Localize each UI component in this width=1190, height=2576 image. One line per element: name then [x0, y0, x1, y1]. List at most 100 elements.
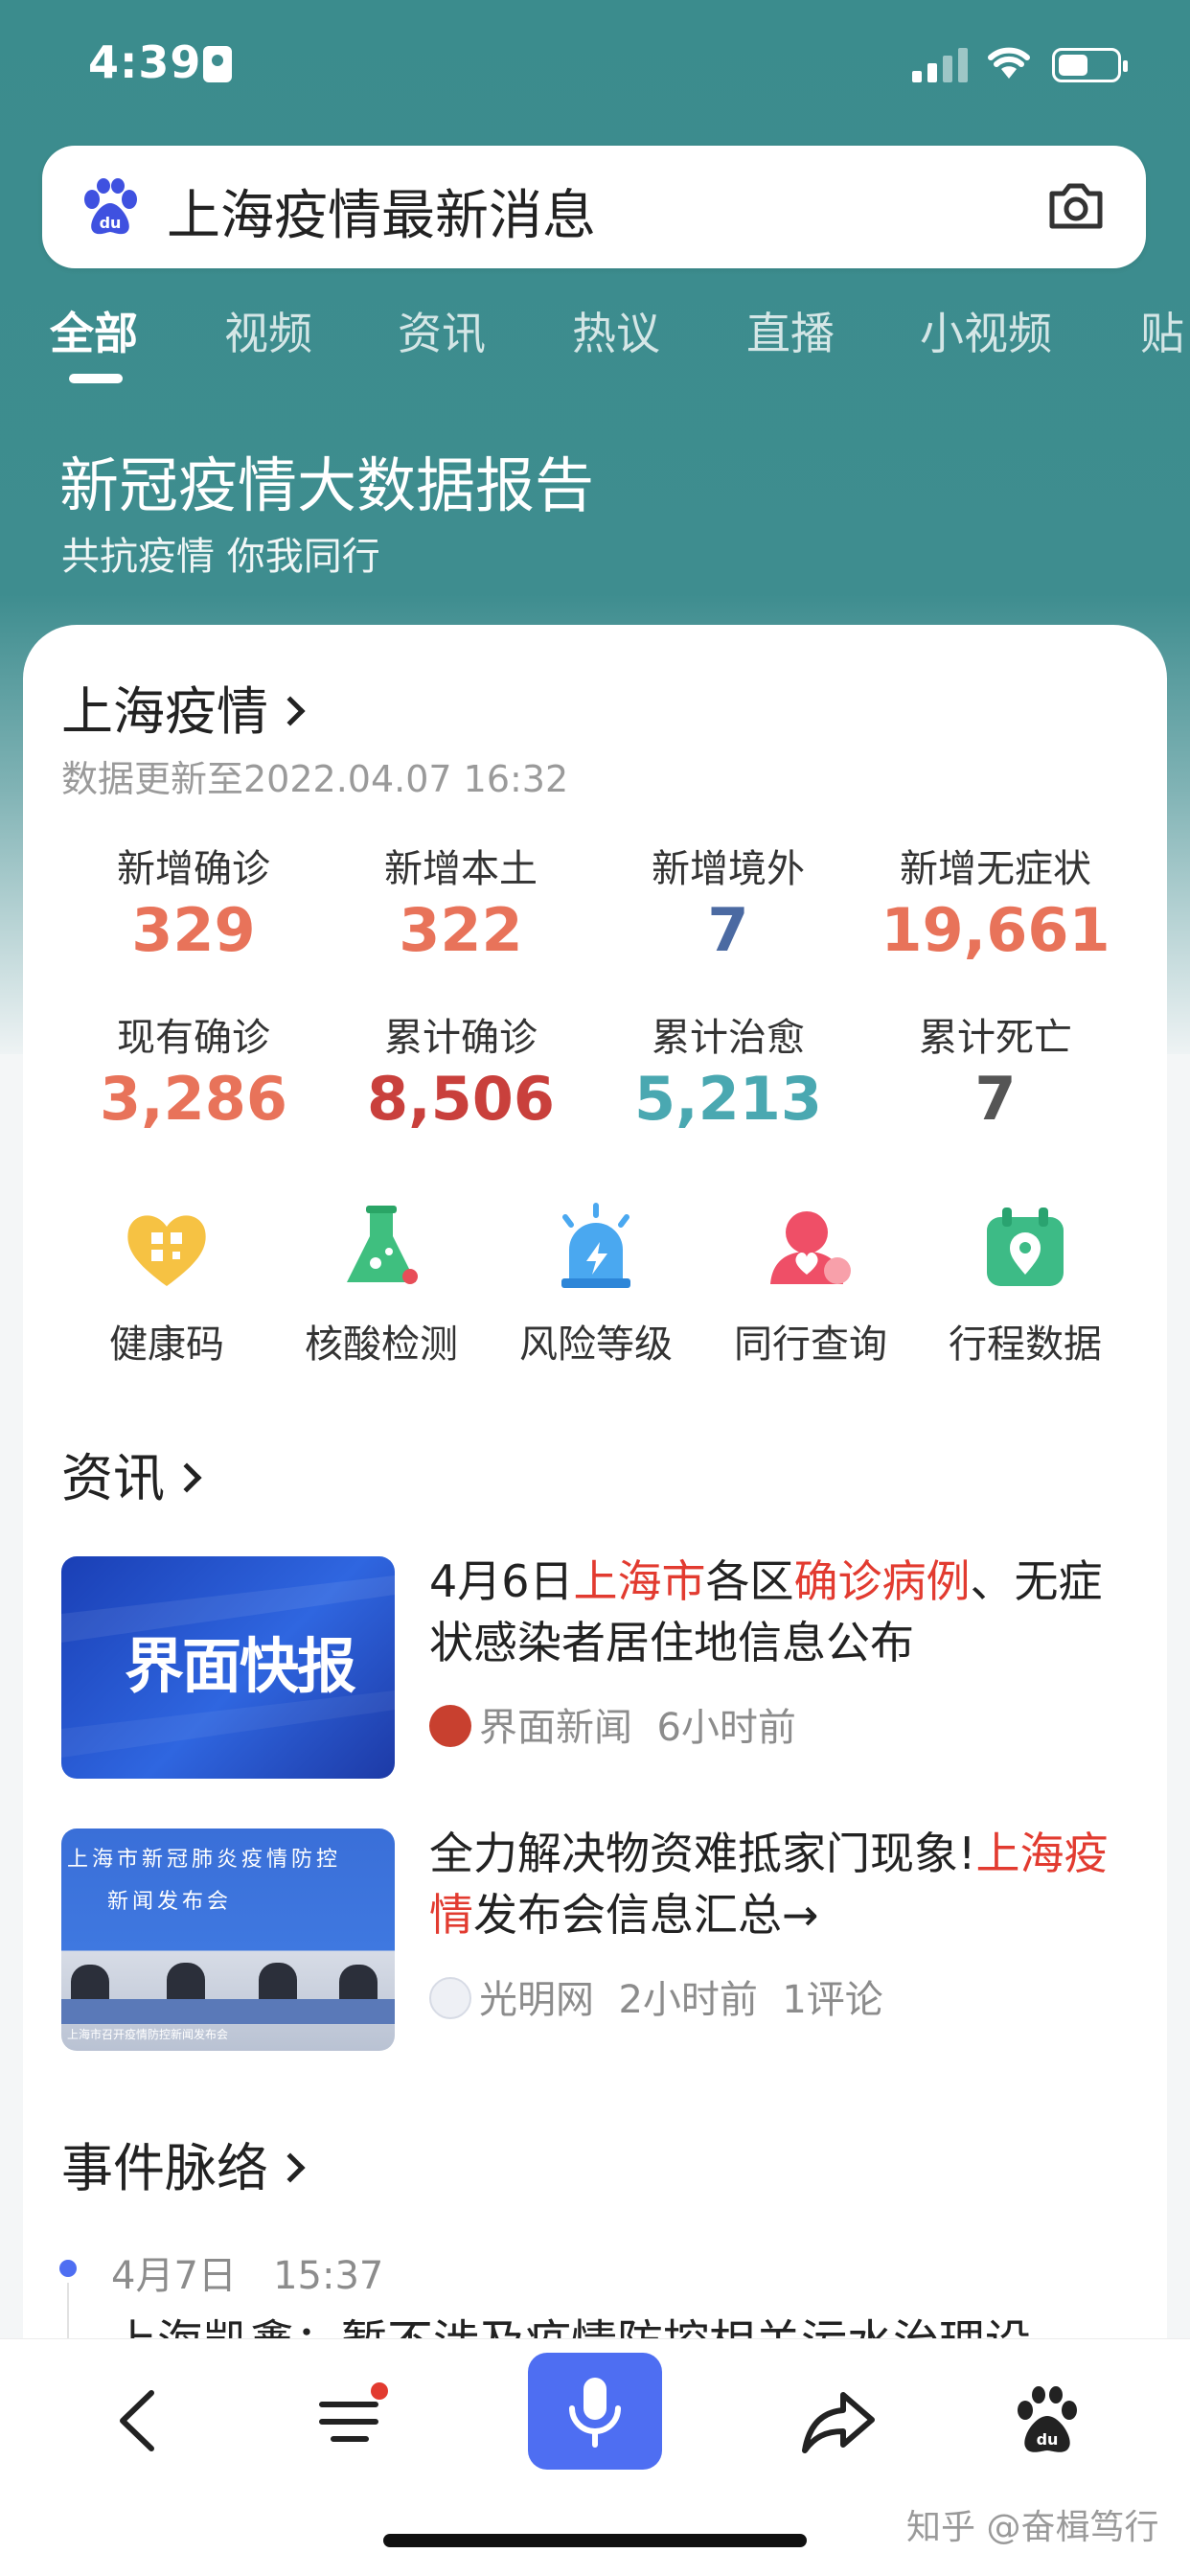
press-conference-people [61, 1957, 395, 2024]
thumbnail-caption: 上海市召开疫情防控新闻发布会 [67, 2028, 229, 2041]
tool-risk-level[interactable]: 风险等级 [489, 1200, 703, 1368]
flask-icon [347, 1206, 418, 1284]
stat-value: 329 [131, 895, 256, 965]
stat-label: 新增境外 [652, 847, 805, 891]
source-logo-icon [429, 1977, 471, 2019]
timeline-section-title: 事件脉络 [61, 2138, 268, 2198]
tool-health-code[interactable]: 健康码 [59, 1200, 274, 1368]
search-query[interactable]: 上海疫情最新消息 [167, 172, 596, 250]
home-indicator[interactable] [383, 2534, 807, 2547]
cellular-signal-icon [912, 48, 970, 82]
stat-label: 累计确诊 [384, 1016, 538, 1060]
timeline-time: 15:37 [273, 2254, 384, 2298]
banner-title: 新冠疫情大数据报告 [59, 450, 595, 520]
news-meta: 界面新闻 6小时前 [429, 1696, 796, 1752]
stat-value: 7 [974, 1064, 1017, 1134]
stat-label: 累计死亡 [919, 1016, 1072, 1060]
tab-all[interactable]: 全部 [50, 299, 138, 362]
news-source[interactable]: 界面新闻 [479, 1706, 632, 1750]
update-time: 数据更新至2022.04.07 16:32 [61, 758, 569, 800]
covid-section-header[interactable]: 上海疫情 [61, 669, 306, 745]
stat-value: 7 [707, 895, 749, 965]
battery-icon [1052, 48, 1128, 82]
tab-discussion[interactable]: 热议 [572, 299, 660, 362]
news-item[interactable]: 界面快报 4月6日上海市各区确诊病例、无症状感染者居住地信息公布 界面新闻 6小… [61, 1555, 1144, 1779]
tool-companion-query[interactable]: 同行查询 [703, 1200, 918, 1368]
tool-label: 行程数据 [949, 1322, 1102, 1367]
stat-value: 19,661 [881, 895, 1110, 965]
baidu-paw-icon: du [84, 178, 137, 235]
stat-value: 5,213 [633, 1064, 823, 1134]
covid-section-title: 上海疫情 [61, 681, 268, 742]
thumbnail-text: 上海市新冠肺炎疫情防控 [67, 1848, 342, 1872]
stat-label: 新增确诊 [117, 847, 270, 891]
title-text: 全力解决物资难抵家门现象! [429, 1828, 976, 1879]
stat-total-deaths[interactable]: 累计死亡 7 [861, 1006, 1130, 1134]
tab-tieba[interactable]: 贴 [1140, 299, 1184, 362]
timeline-date: 4月7日 [111, 2254, 237, 2298]
svg-text:du: du [100, 214, 122, 232]
stat-total-recovered[interactable]: 累计治愈 5,213 [594, 1006, 862, 1134]
baidu-home-icon[interactable]: du [1004, 2378, 1090, 2464]
title-text: 各区 [705, 1555, 794, 1607]
stat-label: 新增无症状 [900, 847, 1091, 891]
news-time: 6小时前 [656, 1706, 796, 1750]
back-icon[interactable] [98, 2378, 184, 2464]
stat-new-imported[interactable]: 新增境外 7 [594, 838, 862, 965]
voice-search-button[interactable] [528, 2353, 662, 2470]
tool-nucleic-test[interactable]: 核酸检测 [274, 1200, 489, 1368]
stat-current-confirmed[interactable]: 现有确诊 3,286 [59, 1006, 328, 1134]
search-bar[interactable]: du 上海疫情最新消息 [42, 146, 1146, 268]
thumbnail-text: 新闻发布会 [107, 1890, 233, 1914]
stat-value: 3,286 [99, 1064, 288, 1134]
news-source[interactable]: 光明网 [479, 1978, 594, 2022]
title-text: 4月6日 [429, 1555, 574, 1607]
share-icon[interactable] [795, 2378, 881, 2464]
stat-new-confirmed[interactable]: 新增确诊 329 [59, 838, 328, 965]
svg-text:du: du [1037, 2430, 1059, 2449]
microphone-icon [569, 2378, 621, 2448]
tab-news[interactable]: 资讯 [398, 299, 486, 362]
tool-label: 核酸检测 [305, 1322, 458, 1367]
status-bar: 4:39 [0, 0, 1190, 134]
stat-label: 现有确诊 [117, 1016, 270, 1060]
stat-new-local[interactable]: 新增本土 322 [327, 838, 595, 965]
covid-card: 上海疫情 数据更新至2022.04.07 16:32 新增确诊 329 新增本土… [23, 625, 1167, 2576]
title-highlight: 确诊病例 [793, 1555, 971, 1607]
news-comments[interactable]: 1评论 [782, 1978, 882, 2022]
stat-new-asymptomatic[interactable]: 新增无症状 19,661 [861, 838, 1130, 965]
timeline-dot [59, 2260, 77, 2277]
search-tabs: 全部 视频 资讯 热议 直播 小视频 贴 [0, 295, 1190, 391]
stat-value: 322 [399, 895, 523, 965]
camera-icon[interactable] [1046, 178, 1106, 234]
news-thumbnail: 界面快报 [61, 1556, 395, 1779]
tab-live[interactable]: 直播 [746, 299, 835, 362]
active-tab-indicator [69, 374, 123, 383]
chevron-right-icon [275, 696, 306, 726]
news-section-header[interactable]: 资讯 [61, 1436, 202, 1511]
status-time: 4:39 [88, 36, 202, 88]
news-meta: 光明网 2小时前 1评论 [429, 1968, 883, 2024]
contact-card-icon [203, 46, 232, 82]
news-title[interactable]: 4月6日上海市各区确诊病例、无症状感染者居住地信息公布 [429, 1551, 1138, 1673]
news-title[interactable]: 全力解决物资难抵家门现象!上海疫情发布会信息汇总→ [429, 1823, 1138, 1945]
banner-subtitle: 共抗疫情 你我同行 [61, 535, 380, 579]
qr-heart-icon [127, 1215, 206, 1286]
stat-total-confirmed[interactable]: 累计确诊 8,506 [327, 1006, 595, 1134]
timeline-datetime: 4月7日 15:37 [111, 2244, 383, 2300]
news-thumbnail: 上海市新冠肺炎疫情防控 新闻发布会 上海市召开疫情防控新闻发布会 [61, 1828, 395, 2051]
timeline-section-header[interactable]: 事件脉络 [61, 2126, 306, 2201]
menu-icon[interactable] [309, 2378, 395, 2464]
alarm-light-icon [561, 1203, 630, 1288]
tool-itinerary-data[interactable]: 行程数据 [918, 1200, 1133, 1368]
stat-label: 新增本土 [384, 847, 538, 891]
chevron-right-icon [275, 2152, 306, 2183]
tool-label: 风险等级 [519, 1322, 673, 1367]
tab-short-video[interactable]: 小视频 [920, 299, 1052, 362]
tab-video[interactable]: 视频 [224, 299, 312, 362]
calendar-pin-icon [987, 1208, 1064, 1286]
news-item[interactable]: 上海市新冠肺炎疫情防控 新闻发布会 上海市召开疫情防控新闻发布会 全力解决物资难… [61, 1828, 1144, 2051]
tool-label: 健康码 [109, 1322, 224, 1367]
stat-value: 8,506 [366, 1064, 556, 1134]
source-logo-icon [429, 1705, 471, 1747]
